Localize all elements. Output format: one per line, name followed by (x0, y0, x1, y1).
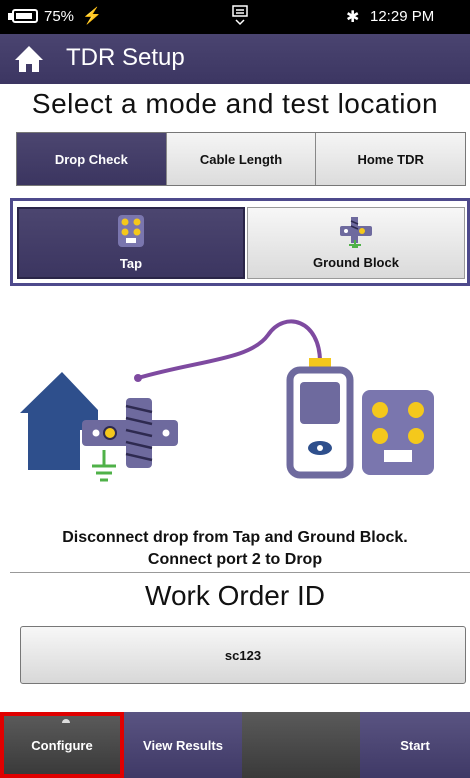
configure-label: Configure (31, 737, 93, 753)
mode-selector: Drop Check Cable Length Home TDR (16, 132, 466, 186)
location-tap-label: Tap (119, 256, 143, 271)
divider (10, 572, 470, 573)
location-ground-block-button[interactable]: Ground Block (247, 207, 465, 279)
empty-toolbar-slot (242, 712, 360, 778)
mode-drop-check-button[interactable]: Drop Check (17, 133, 166, 185)
tap-device (362, 390, 434, 475)
tap-icon (118, 215, 144, 247)
instruction-line-1: Disconnect drop from Tap and Ground Bloc… (62, 529, 408, 546)
clock: 12:29 PM (370, 8, 435, 25)
keyboard-icon (232, 5, 248, 26)
ground-block-icon (340, 217, 372, 248)
bottom-toolbar: Configure View Results Start (0, 712, 470, 778)
instruction-line-2: Connect port 2 to Drop (147, 551, 323, 568)
home-icon[interactable] (14, 45, 44, 73)
instruction-heading: Select a mode and test location (31, 88, 439, 119)
start-button[interactable]: Start (360, 712, 470, 778)
work-order-label: Work Order ID (145, 580, 325, 611)
title-bar: TDR Setup (0, 34, 470, 84)
page-title: TDR Setup (66, 44, 185, 71)
status-bar: 75% ⚡ ✱ 12:29 PM (0, 0, 470, 34)
work-order-input[interactable]: sc123 (20, 626, 466, 684)
ground-symbol (92, 450, 116, 482)
location-ground-block-label: Ground Block (313, 255, 399, 270)
battery-percent: 75% (44, 8, 75, 25)
charging-icon: ⚡ (82, 8, 102, 25)
connection-diagram (20, 319, 434, 482)
bluetooth-icon: ✱ (346, 9, 360, 26)
instruction-text: Disconnect drop from Tap and Ground Bloc… (0, 527, 470, 571)
configure-button[interactable]: Configure (0, 712, 124, 778)
battery-icon (12, 9, 38, 23)
location-tap-button[interactable]: Tap (17, 207, 245, 279)
mode-cable-length-button[interactable]: Cable Length (165, 133, 316, 185)
drawer-handle-icon (62, 719, 70, 723)
view-results-button[interactable]: View Results (124, 712, 242, 778)
location-selector: Tap Ground Block (10, 198, 470, 286)
mode-home-tdr-button[interactable]: Home TDR (315, 133, 466, 185)
